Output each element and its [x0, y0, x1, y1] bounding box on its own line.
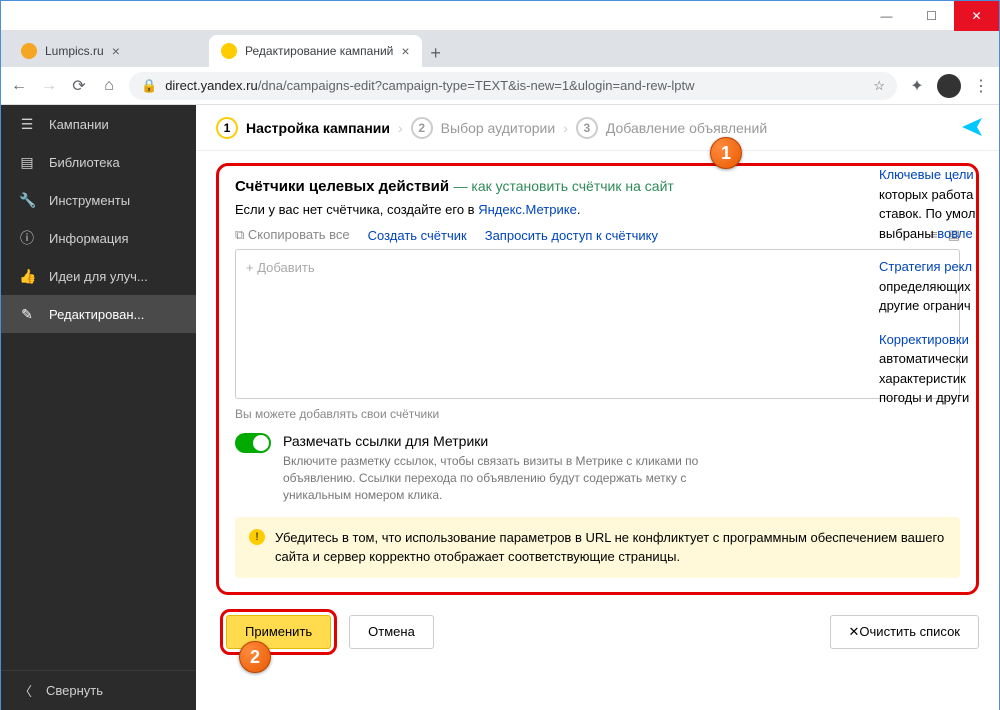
- home-icon[interactable]: ⌂: [99, 77, 119, 95]
- main-content: 1 Настройка кампании › 2 Выбор аудитории…: [196, 105, 999, 710]
- warning-text: Убедитесь в том, что использование парам…: [275, 529, 946, 565]
- browser-tab[interactable]: Редактирование кампаний ×: [209, 35, 422, 67]
- counters-hint: Вы можете добавлять свои счётчики: [235, 407, 960, 421]
- info-icon: ⓘ: [19, 228, 35, 248]
- send-icon[interactable]: [960, 115, 984, 145]
- pencil-icon: ✎: [19, 306, 35, 323]
- step-1-number: 1: [216, 117, 238, 139]
- step-2-label[interactable]: Выбор аудитории: [441, 120, 556, 136]
- cancel-button[interactable]: Отмена: [349, 615, 434, 649]
- sidebar-item-ideas[interactable]: 👍 Идеи для улуч...: [1, 257, 196, 295]
- url-host: direct.yandex.ru: [165, 78, 258, 93]
- toggle-description: Включите разметку ссылок, чтобы связать …: [283, 453, 743, 503]
- profile-avatar[interactable]: [937, 74, 961, 98]
- sidebar-label: Библиотека: [49, 155, 120, 170]
- wrench-icon: 🔧: [19, 192, 35, 209]
- sidebar-label: Редактирован...: [49, 307, 144, 322]
- sidebar-label: Инструменты: [49, 193, 130, 208]
- chevron-left-icon: 〈: [19, 681, 32, 700]
- favicon-icon: [21, 43, 37, 59]
- section-description: Если у вас нет счётчика, создайте его в …: [235, 202, 960, 217]
- chevron-right-icon: ›: [563, 120, 568, 136]
- menu-icon: ☰: [19, 116, 35, 133]
- help-panel: Ключевые цели которых работа ставок. По …: [869, 155, 999, 432]
- sidebar-collapse[interactable]: 〈 Свернуть: [1, 670, 196, 710]
- copy-all-button[interactable]: ⧉ Скопировать все: [235, 227, 350, 243]
- clear-list-button[interactable]: ✕ Очистить список: [830, 615, 979, 649]
- help-link-goals[interactable]: Ключевые цели: [879, 167, 974, 182]
- add-placeholder: + Добавить: [246, 260, 315, 275]
- window-title-bar: — ☐ ✕: [1, 1, 999, 31]
- request-access-link[interactable]: Запросить доступ к счётчику: [485, 228, 658, 243]
- annotation-badge-2: 2: [239, 641, 271, 673]
- metrika-link[interactable]: Яндекс.Метрике: [478, 202, 577, 217]
- browser-tab[interactable]: Lumpics.ru ×: [9, 35, 209, 67]
- new-tab-button[interactable]: +: [422, 39, 450, 67]
- url-path: /dna/campaigns-edit?campaign-type=TEXT&i…: [258, 78, 695, 93]
- tab-title: Lumpics.ru: [45, 44, 104, 58]
- help-link-strategy[interactable]: Стратегия рекл: [879, 259, 972, 274]
- lock-icon: 🔒: [141, 78, 157, 94]
- sidebar-item-tools[interactable]: 🔧 Инструменты: [1, 181, 196, 219]
- sidebar-item-info[interactable]: ⓘ Информация: [1, 219, 196, 257]
- sidebar-item-library[interactable]: ▤ Библиотека: [1, 143, 196, 181]
- step-1-label[interactable]: Настройка кампании: [246, 120, 390, 136]
- thumb-icon: 👍: [19, 268, 35, 285]
- minimize-button[interactable]: —: [864, 1, 909, 31]
- step-3-label[interactable]: Добавление объявлений: [606, 120, 767, 136]
- counters-section: Счётчики целевых действий — как установи…: [216, 163, 979, 595]
- maximize-button[interactable]: ☐: [909, 1, 954, 31]
- step-2-number: 2: [411, 117, 433, 139]
- collapse-label: Свернуть: [46, 683, 103, 698]
- menu-icon[interactable]: ⋮: [971, 76, 991, 96]
- browser-toolbar: ← → ⟳ ⌂ 🔒 direct.yandex.ru/dna/campaigns…: [1, 67, 999, 105]
- help-link-adjust[interactable]: Корректировки: [879, 332, 969, 347]
- help-link[interactable]: — как установить счётчик на сайт: [454, 178, 674, 194]
- counters-input[interactable]: + Добавить: [235, 249, 960, 399]
- tab-title: Редактирование кампаний: [245, 44, 393, 58]
- star-icon[interactable]: ☆: [873, 78, 885, 94]
- sidebar-item-campaigns[interactable]: ☰ Кампании: [1, 105, 196, 143]
- tab-close-icon[interactable]: ×: [401, 43, 409, 59]
- sidebar-item-edit[interactable]: ✎ Редактирован...: [1, 295, 196, 333]
- toggle-title: Размечать ссылки для Метрики: [283, 433, 743, 449]
- close-button[interactable]: ✕: [954, 1, 999, 31]
- browser-tab-strip: Lumpics.ru × Редактирование кампаний × +: [1, 31, 999, 67]
- reload-icon[interactable]: ⟳: [69, 76, 89, 96]
- mark-links-toggle[interactable]: [235, 433, 271, 453]
- address-bar[interactable]: 🔒 direct.yandex.ru/dna/campaigns-edit?ca…: [129, 72, 897, 100]
- annotation-badge-1: 1: [710, 137, 742, 169]
- sidebar-label: Кампании: [49, 117, 109, 132]
- favicon-icon: [221, 43, 237, 59]
- extensions-icon[interactable]: ✦: [907, 76, 927, 96]
- chevron-right-icon: ›: [398, 120, 403, 136]
- back-icon[interactable]: ←: [9, 77, 29, 95]
- step-3-number: 3: [576, 117, 598, 139]
- create-counter-link[interactable]: Создать счётчик: [368, 228, 467, 243]
- sidebar: ☰ Кампании ▤ Библиотека 🔧 Инструменты ⓘ Инфо…: [1, 105, 196, 710]
- section-title: Счётчики целевых действий: [235, 178, 449, 195]
- action-buttons: Применить Отмена ✕ Очистить список: [216, 609, 979, 655]
- warning-icon: !: [249, 529, 265, 545]
- sidebar-label: Идеи для улуч...: [49, 269, 148, 284]
- stepper: 1 Настройка кампании › 2 Выбор аудитории…: [196, 105, 999, 151]
- forward-icon[interactable]: →: [39, 77, 59, 95]
- apply-button[interactable]: Применить: [226, 615, 331, 649]
- tab-close-icon[interactable]: ×: [112, 43, 120, 59]
- sidebar-label: Информация: [49, 231, 129, 246]
- warning-box: ! Убедитесь в том, что использование пар…: [235, 517, 960, 577]
- library-icon: ▤: [19, 154, 35, 171]
